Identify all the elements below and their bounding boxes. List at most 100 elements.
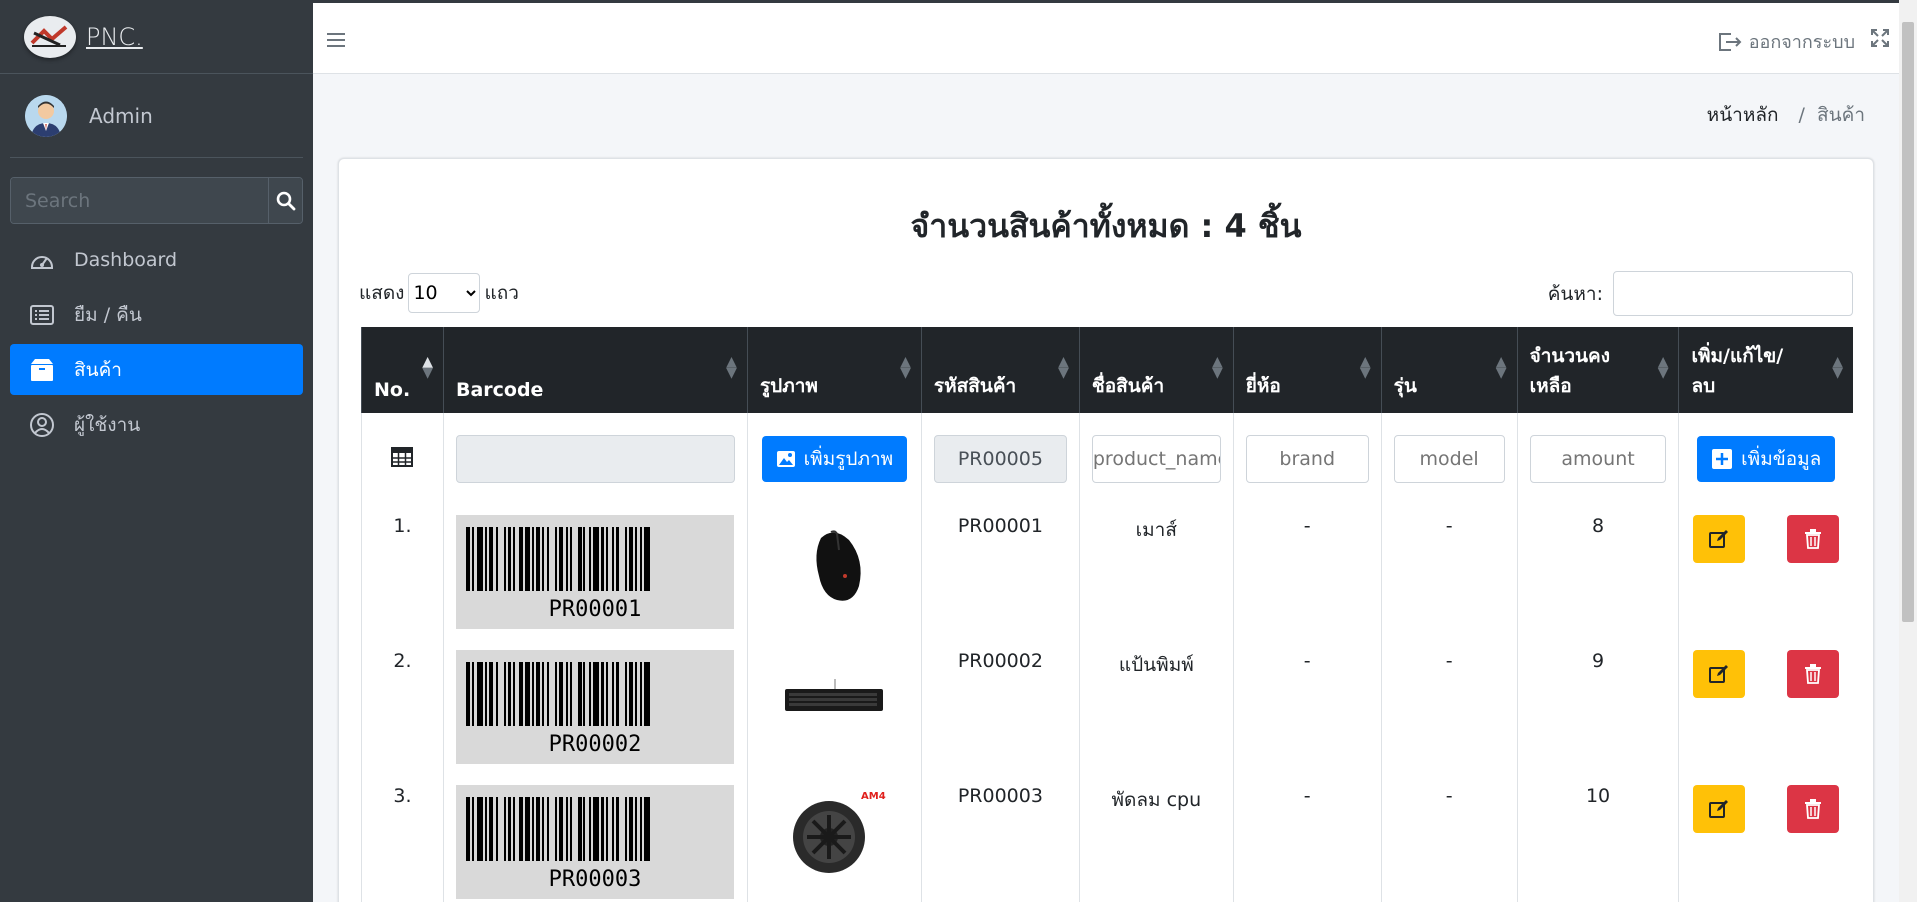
delete-button[interactable] — [1787, 650, 1839, 698]
barcode-bar — [650, 662, 654, 726]
barcode-cell: PR00002 — [442, 640, 748, 775]
barcode-cell: PR00001 — [442, 505, 748, 640]
barcode-bars — [465, 527, 724, 591]
row-no: 1. — [361, 505, 444, 640]
product-name: พัดลม cpu — [1078, 775, 1234, 902]
products-table: No. ▲ ▼ Barcode ▲ ▼ รูปภาพ ▲ ▼ รหัสสินค้า ▲ ▼ ชื… — [361, 327, 1853, 902]
sidebar-search — [10, 177, 303, 224]
actions-cell — [1678, 775, 1853, 902]
input-brand-cell — [1232, 413, 1382, 505]
col-header-image[interactable]: รูปภาพ ▲ ▼ — [746, 327, 922, 413]
brand-logo — [24, 15, 76, 58]
sidebar-item-label: ผู้ใช้งาน — [74, 413, 141, 436]
hamburger-icon — [327, 33, 345, 47]
sidebar-item-label: สินค้า — [74, 358, 122, 381]
sidebar-search-input[interactable] — [11, 178, 268, 223]
user-name[interactable]: Admin — [89, 104, 153, 128]
logout-button[interactable]: ออกจากระบบ — [1717, 27, 1855, 56]
trash-icon — [1805, 799, 1821, 819]
product-amount: 9 — [1516, 640, 1679, 775]
avatar — [25, 94, 67, 137]
amount-input[interactable] — [1529, 435, 1667, 483]
input-name-cell — [1078, 413, 1234, 505]
add-image-button[interactable]: เพิ่มรูปภาพ — [761, 436, 908, 482]
fullscreen-button[interactable] — [1871, 29, 1889, 52]
user-panel[interactable]: Admin — [10, 74, 303, 158]
image-cell: AM4 — [746, 775, 922, 902]
brand-name[interactable]: PNC. — [86, 23, 143, 51]
page-scrollbar[interactable] — [1899, 0, 1917, 902]
show-label: แสดง — [359, 282, 405, 304]
barcode-bar — [650, 797, 654, 861]
edit-button[interactable] — [1693, 785, 1746, 833]
brand-input[interactable] — [1245, 435, 1369, 483]
barcode-image: PR00002 — [455, 650, 734, 764]
sidebar-item-label: Dashboard — [74, 248, 178, 271]
edit-button[interactable] — [1693, 515, 1746, 563]
menu-toggle[interactable] — [327, 31, 345, 53]
sidebar-item-products[interactable]: สินค้า — [10, 344, 303, 395]
product-image-cpu-fan[interactable]: AM4 — [774, 785, 894, 881]
input-add-cell: เพิ่มข้อมูล — [1678, 413, 1853, 505]
edit-icon — [1709, 800, 1729, 818]
barcode-image: PR00003 — [455, 785, 734, 899]
row-actions — [1691, 650, 1841, 698]
col-header-barcode[interactable]: Barcode ▲ ▼ — [442, 327, 748, 413]
sidebar-item-borrow-return[interactable]: ยืม / คืน — [10, 289, 303, 340]
product-model: - — [1380, 640, 1518, 775]
product-image-mouse[interactable] — [774, 515, 894, 611]
products-card: จำนวนสินค้าทั้งหมด : 4 ชิ้น แสดง 10 แถว … — [338, 158, 1874, 902]
breadcrumb-separator: / — [1798, 104, 1805, 126]
barcode-bars — [465, 797, 724, 861]
logout-label: ออกจากระบบ — [1748, 32, 1855, 53]
table-search-input[interactable] — [1613, 271, 1853, 316]
table-header-row: No. ▲ ▼ Barcode ▲ ▼ รูปภาพ ▲ ▼ รหัสสินค้า ▲ ▼ ชื… — [361, 327, 1853, 413]
sort-icon: ▲ ▼ — [1832, 354, 1843, 381]
product-name-input[interactable] — [1091, 435, 1221, 483]
user-circle-icon — [28, 411, 56, 439]
expand-icon — [1871, 29, 1889, 47]
col-header-label: Barcode — [455, 379, 544, 401]
col-header-name[interactable]: ชื่อสินค้า ▲ ▼ — [1078, 327, 1234, 413]
col-header-no[interactable]: No. ▲ ▼ — [361, 327, 444, 413]
box-icon — [28, 356, 56, 384]
product-model: - — [1380, 505, 1518, 640]
product-model: - — [1380, 775, 1518, 902]
product-name: แป้นพิมพ์ — [1078, 640, 1234, 775]
new-product-row: เพิ่มรูปภาพ PR00005 เพิ่มข้อมูล — [361, 413, 1853, 505]
sort-icon: ▲ ▼ — [1211, 354, 1223, 381]
delete-button[interactable] — [1787, 515, 1839, 563]
col-header-amount[interactable]: จำนวนคง เหลือ ▲ ▼ — [1516, 327, 1679, 413]
svg-text:AM4: AM4 — [861, 791, 886, 802]
product-brand: - — [1232, 505, 1382, 640]
product-image-keyboard[interactable] — [774, 650, 894, 746]
delete-button[interactable] — [1787, 785, 1839, 833]
barcode-text: PR00003 — [548, 867, 642, 892]
add-data-button[interactable]: เพิ่มข้อมูล — [1697, 436, 1836, 482]
sort-icon: ▲ ▼ — [726, 354, 737, 381]
edit-button[interactable] — [1693, 650, 1746, 698]
sidebar-item-users[interactable]: ผู้ใช้งาน — [10, 399, 303, 450]
model-input[interactable] — [1393, 435, 1505, 483]
col-header-actions[interactable]: เพิ่ม/แก้ไข/ลบ ▲ ▼ — [1678, 327, 1853, 413]
add-data-label: เพิ่มข้อมูล — [1741, 448, 1822, 470]
col-header-label: รุ่น — [1393, 375, 1417, 397]
col-header-code[interactable]: รหัสสินค้า ▲ ▼ — [920, 327, 1080, 413]
breadcrumb-home[interactable]: หน้าหลัก — [1707, 100, 1779, 130]
scrollbar-thumb[interactable] — [1902, 22, 1914, 622]
product-brand: - — [1232, 640, 1382, 775]
page-length-select[interactable]: 10 — [408, 273, 481, 313]
sidebar-item-label: ยืม / คืน — [74, 303, 142, 326]
table-icon — [391, 446, 414, 467]
sidebar-search-button[interactable] — [268, 178, 302, 223]
col-header-brand[interactable]: ยี่ห้อ ▲ ▼ — [1232, 327, 1382, 413]
sidebar-item-dashboard[interactable]: Dashboard — [10, 234, 303, 285]
table-row: 1. PR00001 PR00001 เมาส์ - - 8 — [361, 505, 1853, 640]
table-row: 2. PR00002 PR00002 แป้นพิมพ์ - - 9 — [361, 640, 1853, 775]
trash-icon — [1805, 664, 1821, 684]
topbar: ออกจากระบบ — [313, 0, 1899, 74]
list-icon — [28, 301, 56, 329]
brand-link[interactable]: PNC. — [0, 0, 313, 74]
col-header-model[interactable]: รุ่น ▲ ▼ — [1380, 327, 1518, 413]
plus-square-icon — [1712, 449, 1733, 469]
